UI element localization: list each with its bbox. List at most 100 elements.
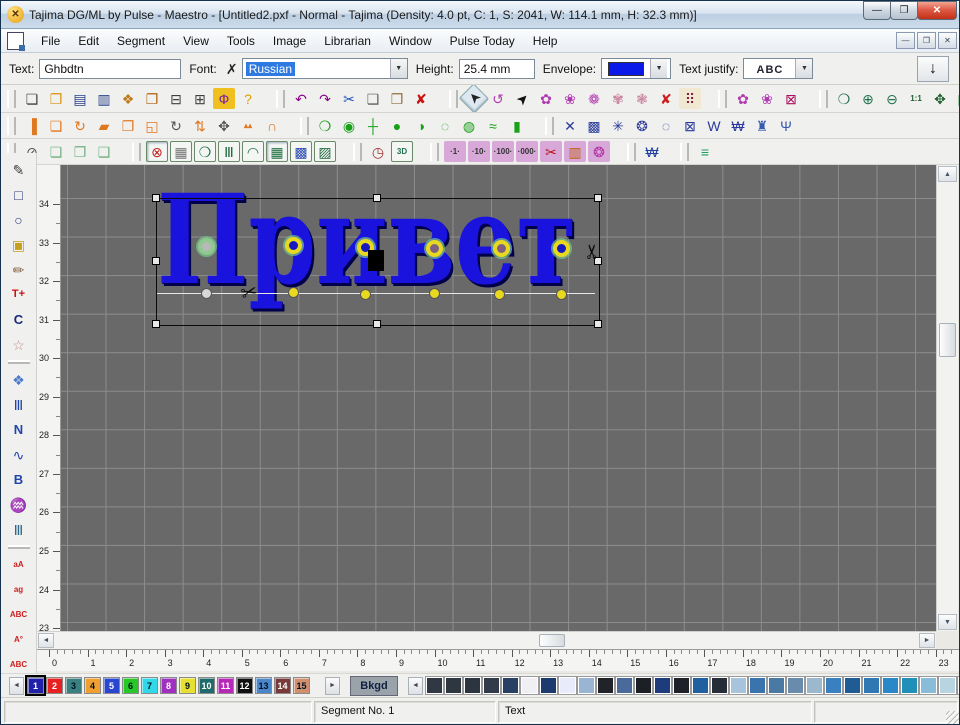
delete-segment-icon[interactable]: ✘	[655, 88, 677, 109]
close-button[interactable]: ✕	[917, 1, 957, 20]
palette-color-14[interactable]: 14	[274, 677, 291, 694]
selection-handle[interactable]	[152, 320, 160, 328]
paste-style-3-icon[interactable]: ❑	[93, 141, 115, 162]
align-bottom-icon[interactable]: ▴▴	[237, 115, 259, 136]
palette-color-2[interactable]: 2	[46, 677, 63, 694]
arc-text-tool-icon[interactable]: C	[8, 309, 30, 330]
horizontal-scrollbar[interactable]: ◄ ►	[37, 631, 936, 649]
thread-color-swatch[interactable]	[521, 677, 538, 694]
cut-icon[interactable]: ✂	[338, 88, 360, 109]
stitch-outline-icon[interactable]: ❍	[314, 115, 336, 136]
open-file-icon[interactable]: ❐	[45, 88, 67, 109]
toolbar-grip[interactable]	[276, 90, 285, 108]
fence-tool-icon[interactable]: Ⅲ	[8, 519, 30, 540]
merge-shapes-icon[interactable]: ◍	[458, 115, 480, 136]
paste-style-1-icon[interactable]: ❏	[45, 141, 67, 162]
applique-tool-icon[interactable]: ❖	[8, 369, 30, 390]
zoom-tool-icon[interactable]: ❍	[833, 88, 855, 109]
baseline-point-marker[interactable]	[494, 289, 505, 300]
w-adjust-icon[interactable]: ₩	[641, 141, 663, 162]
thread-color-swatch[interactable]	[768, 677, 785, 694]
height-input[interactable]: 25.4 mm	[459, 59, 535, 79]
column-b-tool-icon[interactable]: B	[8, 469, 30, 490]
snap-grid-icon[interactable]: ▩	[290, 141, 312, 162]
rotate-copy-icon[interactable]: ↻	[69, 115, 91, 136]
zoom-in-icon[interactable]: ⊕	[857, 88, 879, 109]
rectangle-tool-icon[interactable]: □	[8, 184, 30, 205]
baseline-point-marker[interactable]	[556, 289, 567, 300]
step-1000-icon[interactable]: ·000·	[516, 141, 538, 162]
thread-color-swatch[interactable]	[635, 677, 652, 694]
machine-commands-icon[interactable]: ⠿	[679, 88, 701, 109]
globe-stitch-icon[interactable]: ❂	[631, 115, 653, 136]
ghost-shape-icon[interactable]: ◌	[434, 115, 456, 136]
thread-color-swatch[interactable]	[863, 677, 880, 694]
scroll-left-button[interactable]: ◄	[38, 633, 54, 648]
show-grid-icon[interactable]: ▦	[266, 141, 288, 162]
open-lettering-icon[interactable]: ❐	[141, 88, 163, 109]
design-properties-icon[interactable]: ❖	[117, 88, 139, 109]
monogram-lettering-icon[interactable]: A°	[8, 629, 30, 650]
w-small-stitch-icon[interactable]: ₩	[727, 115, 749, 136]
thread-color-swatch[interactable]	[559, 677, 576, 694]
menu-window[interactable]: Window	[380, 31, 441, 51]
column-fill-icon[interactable]: ▮	[506, 115, 528, 136]
menu-segment[interactable]: Segment	[108, 31, 174, 51]
offset-icon[interactable]: ▰	[93, 115, 115, 136]
duplicate-icon[interactable]: ❏	[45, 115, 67, 136]
text-tool-icon[interactable]: T+	[8, 284, 30, 305]
center-design-icon[interactable]: ✥	[213, 115, 235, 136]
group-icon[interactable]: ◱	[141, 115, 163, 136]
insert-image-icon[interactable]: ▣	[8, 234, 30, 255]
magnify-view-icon[interactable]: ❍	[194, 141, 216, 162]
selection-handle[interactable]	[152, 194, 160, 202]
thread-color-swatch[interactable]	[692, 677, 709, 694]
thread-color-swatch[interactable]	[654, 677, 671, 694]
bird-select-icon[interactable]: ✿	[732, 88, 754, 109]
toolbar-grip[interactable]	[718, 90, 727, 108]
thread-color-swatch[interactable]	[882, 677, 899, 694]
menu-librarian[interactable]: Librarian	[315, 31, 380, 51]
copy-icon[interactable]: ❑	[362, 88, 384, 109]
selection-handle[interactable]	[152, 257, 160, 265]
overlap-icon[interactable]: ❐	[117, 115, 139, 136]
apply-text-button[interactable]: ↓	[917, 56, 949, 82]
paste-icon[interactable]: ❒	[386, 88, 408, 109]
mdi-restore-button[interactable]: ❐	[917, 32, 936, 49]
lasso-select-icon[interactable]: ↺	[487, 88, 509, 109]
stamp-tool-icon[interactable]: ♜	[751, 115, 773, 136]
thread-color-swatch[interactable]	[464, 677, 481, 694]
segment-start-icon[interactable]: ✾	[607, 88, 629, 109]
redraw-speed-icon[interactable]: ◷	[367, 141, 389, 162]
delete-icon[interactable]: ✘	[410, 88, 432, 109]
pen-tool-icon[interactable]: ✎	[8, 159, 30, 180]
satin-column-tool-icon[interactable]: Ⅲ	[8, 394, 30, 415]
arch-envelope-icon[interactable]: ∩	[261, 115, 283, 136]
thread-color-swatch[interactable]	[749, 677, 766, 694]
design-canvas[interactable]: Привет ✂✂	[61, 165, 936, 631]
toolbar-grip[interactable]	[819, 90, 828, 108]
pulse-today-icon[interactable]: Ф	[213, 88, 235, 109]
toolbar-grip[interactable]	[7, 90, 16, 108]
stitch-list-icon[interactable]: ≡	[694, 141, 716, 162]
toolbar-grip[interactable]	[7, 117, 16, 135]
sequin-icon[interactable]: ❂	[588, 141, 610, 162]
thread-color-swatch[interactable]	[844, 677, 861, 694]
justify-dropdown-arrow[interactable]: ▼	[795, 59, 812, 78]
scroll-up-button[interactable]: ▲	[938, 166, 957, 182]
point-edit-icon[interactable]: ✿	[535, 88, 557, 109]
palette-color-11[interactable]: 11	[217, 677, 234, 694]
mdi-minimize-button[interactable]: —	[896, 32, 915, 49]
menu-file[interactable]: File	[32, 31, 69, 51]
rotate-icon[interactable]: ↻	[165, 115, 187, 136]
vertical-scroll-thumb[interactable]	[939, 323, 956, 357]
needle-point-marker[interactable]	[426, 240, 443, 257]
envelope-combobox[interactable]: ▼	[601, 58, 671, 79]
palette-color-5[interactable]: 5	[103, 677, 120, 694]
thread-color-swatch[interactable]	[540, 677, 557, 694]
toolbar-grip[interactable]	[449, 90, 458, 108]
thread-color-swatch[interactable]	[730, 677, 747, 694]
thread-color-swatch[interactable]	[787, 677, 804, 694]
baseline-point-marker[interactable]	[429, 288, 440, 299]
thread-color-swatch[interactable]	[578, 677, 595, 694]
